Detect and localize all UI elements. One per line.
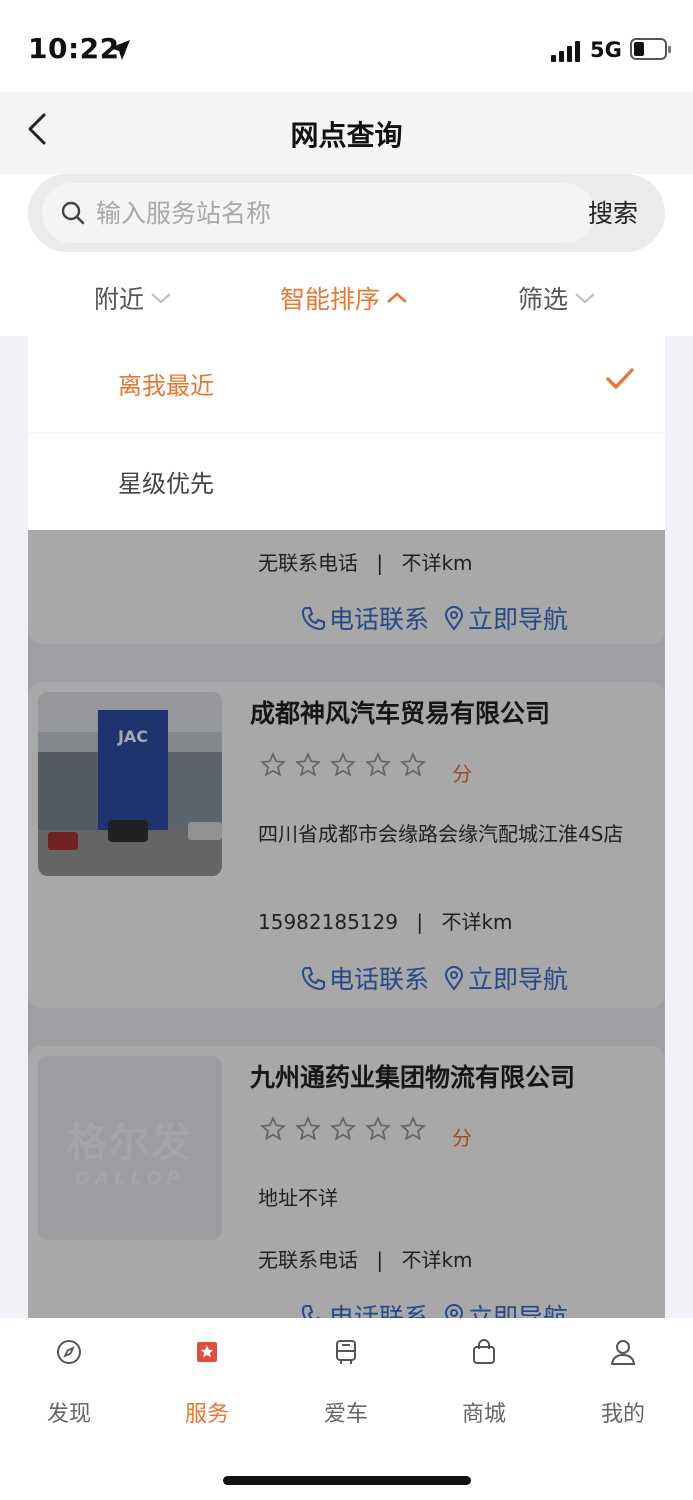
- tab-discover[interactable]: 发现: [19, 1332, 119, 1428]
- tab-service[interactable]: 服务: [157, 1332, 257, 1428]
- shopping-bag-icon: [473, 1339, 495, 1364]
- chevron-down-icon: [151, 293, 171, 304]
- location-arrow-icon: [110, 40, 130, 60]
- tab-my-car[interactable]: 爱车: [296, 1332, 396, 1428]
- sort-option-label: 离我最近: [118, 372, 214, 400]
- search-input[interactable]: [96, 183, 576, 243]
- tab-label: 服务: [184, 1402, 229, 1427]
- status-time: 10:22: [28, 32, 120, 65]
- user-icon: [610, 1340, 636, 1365]
- search-bar: 搜索: [28, 174, 665, 252]
- filter-bar: 附近 智能排序 筛选: [0, 260, 693, 336]
- filter-smart-sort[interactable]: 智能排序: [280, 280, 408, 316]
- page-title: 网点查询: [290, 119, 403, 152]
- bus-icon: [336, 1340, 356, 1364]
- battery-icon: [630, 38, 671, 60]
- tab-mall[interactable]: 商城: [434, 1332, 534, 1428]
- sort-option-label: 星级优先: [118, 470, 214, 498]
- search-button[interactable]: 搜索: [588, 194, 638, 230]
- home-indicator: [223, 1476, 471, 1485]
- sort-option-rating[interactable]: 星级优先: [28, 434, 665, 530]
- tab-label: 我的: [600, 1402, 645, 1427]
- nav-bar: 网点查询: [0, 92, 693, 174]
- tab-mine[interactable]: 我的: [573, 1332, 673, 1428]
- tab-label: 发现: [46, 1402, 91, 1427]
- sort-option-nearest[interactable]: 离我最近: [28, 336, 665, 432]
- chevron-up-icon: [387, 292, 407, 303]
- chevron-down-icon: [575, 293, 595, 304]
- filter-smart-sort-label: 智能排序: [280, 285, 381, 314]
- filter-screen-label: 筛选: [518, 285, 569, 314]
- search-input-box[interactable]: [42, 183, 595, 243]
- service-star-icon: [197, 1342, 217, 1362]
- checkmark-icon: [606, 368, 634, 389]
- filter-screen[interactable]: 筛选: [518, 280, 596, 316]
- cellular-signal-icon: [551, 40, 583, 62]
- network-type: 5G: [590, 38, 622, 62]
- tab-label: 商城: [461, 1402, 506, 1427]
- status-bar: 10:22 5G: [0, 0, 693, 92]
- search-icon: [61, 201, 85, 225]
- sort-dropdown: 离我最近 星级优先: [28, 336, 665, 530]
- compass-icon: [57, 1340, 81, 1364]
- search-area: 搜索: [0, 174, 693, 270]
- bottom-tab-bar: 发现 服务 爱车 商城 我的: [0, 1318, 693, 1500]
- filter-nearby[interactable]: 附近: [94, 280, 172, 316]
- tab-label: 爱车: [323, 1402, 368, 1427]
- filter-nearby-label: 附近: [94, 285, 145, 314]
